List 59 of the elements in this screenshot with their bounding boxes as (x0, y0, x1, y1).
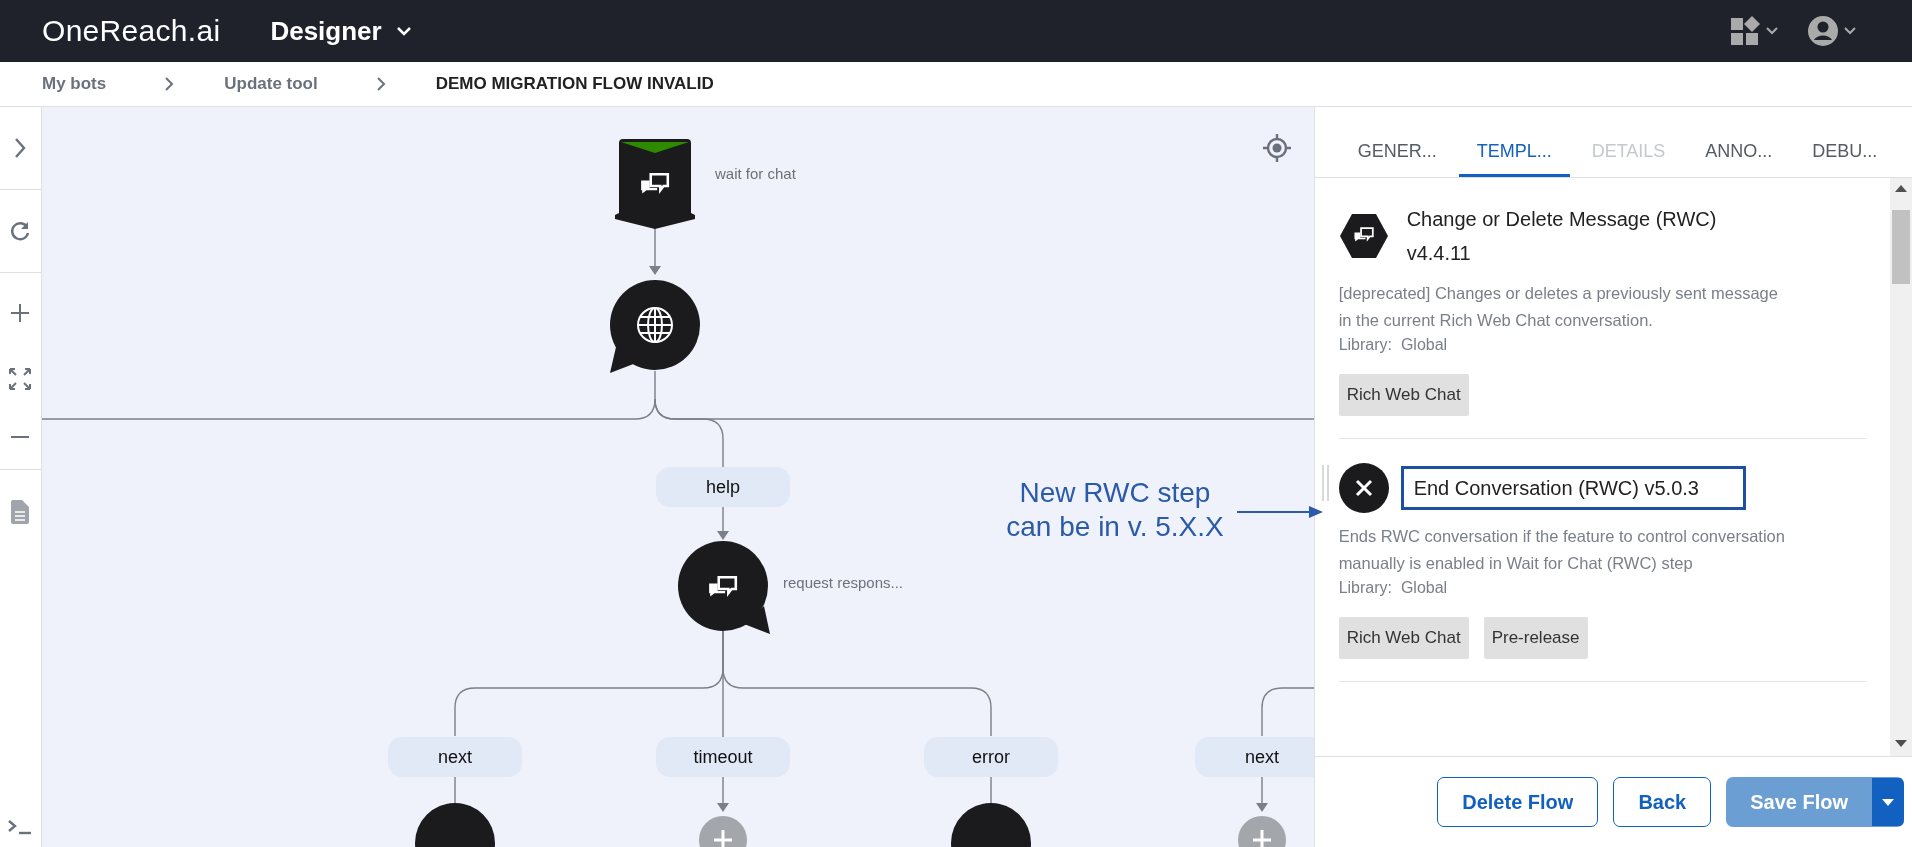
fit-screen-icon[interactable] (8, 367, 33, 391)
scroll-down-icon[interactable] (1895, 740, 1907, 748)
connector-arrow (716, 776, 729, 812)
chevron-down-icon[interactable] (1844, 27, 1856, 35)
globe-node[interactable] (608, 279, 701, 373)
step-node[interactable] (950, 801, 1031, 847)
scrollbar-thumb[interactable] (1892, 210, 1910, 284)
template-title[interactable]: Change or Delete Message (RWC) v4.4.11 (1406, 202, 1747, 270)
locate-icon[interactable] (1261, 133, 1292, 163)
library-label: Library: (1338, 579, 1392, 596)
resize-handle[interactable] (1322, 465, 1330, 501)
user-avatar-icon[interactable] (1808, 16, 1838, 46)
chevron-down-icon[interactable] (1766, 27, 1778, 35)
panel-tab[interactable]: TEMPL... (1458, 141, 1570, 177)
apps-icon[interactable] (1730, 16, 1760, 46)
panel-tab[interactable]: DEBU... (1794, 141, 1896, 177)
caret-icon[interactable] (1882, 798, 1894, 806)
close-icon (1338, 463, 1389, 513)
library-value: Global (1400, 336, 1448, 353)
panel-tab[interactable]: ANNO... (1687, 141, 1791, 177)
trigger-node[interactable] (612, 139, 697, 229)
connector-line (1261, 687, 1314, 737)
template-description: Ends RWC conversation if the feature to control conversation manually is enabled in Wait for Chat (RWC) step (1338, 526, 1786, 574)
breadcrumb-link[interactable]: Update tool (224, 74, 318, 94)
terminal-icon[interactable] (7, 819, 34, 835)
app-logo: OneReach.ai (42, 14, 221, 48)
template-title[interactable]: End Conversation (RWC) v5.0.3 (1400, 466, 1746, 510)
chevron-right-icon (164, 76, 175, 92)
scroll-up-icon[interactable] (1895, 184, 1907, 192)
branch-label[interactable]: next (387, 737, 522, 777)
branch-label[interactable]: help (655, 467, 790, 507)
chevron-right-icon (375, 76, 386, 92)
template-description: [deprecated] Changes or deletes a previously sent message in the current Rich Web Chat conversation. (1338, 283, 1779, 331)
library-value: Global (1400, 579, 1448, 596)
branch-label[interactable]: error (923, 737, 1058, 777)
template-tag: Rich Web Chat (1338, 617, 1469, 659)
node-label: request respons... (782, 574, 904, 591)
chat-hexagon-icon (1338, 213, 1389, 259)
library-label: Library: (1338, 336, 1392, 353)
connector-arrow (648, 227, 661, 275)
template-tag: Pre-release (1483, 617, 1588, 659)
connector-arrow (716, 506, 729, 540)
branch-label[interactable]: next (1194, 737, 1314, 777)
panel-tab[interactable]: GENER... (1339, 141, 1455, 177)
refresh-icon[interactable] (9, 220, 32, 242)
template-tag: Rich Web Chat (1338, 374, 1469, 416)
step-node[interactable] (414, 801, 495, 847)
expand-sidebar-icon[interactable] (13, 137, 28, 159)
annotation-text: New RWC step can be in v. 5.X.X (1005, 476, 1225, 544)
flow-button[interactable]: Back (1613, 777, 1712, 827)
app-name: Designer (270, 15, 382, 47)
flow-button[interactable]: Delete Flow (1437, 777, 1599, 827)
zoom-out-icon[interactable] (10, 435, 31, 439)
zoom-in-icon[interactable] (10, 303, 31, 323)
breadcrumb-link[interactable]: My bots (42, 74, 107, 94)
node-label: wait for chat (714, 165, 796, 182)
chat-step-node[interactable] (676, 540, 771, 634)
connector-arrow (1255, 776, 1268, 812)
branch-label[interactable]: timeout (655, 737, 790, 777)
